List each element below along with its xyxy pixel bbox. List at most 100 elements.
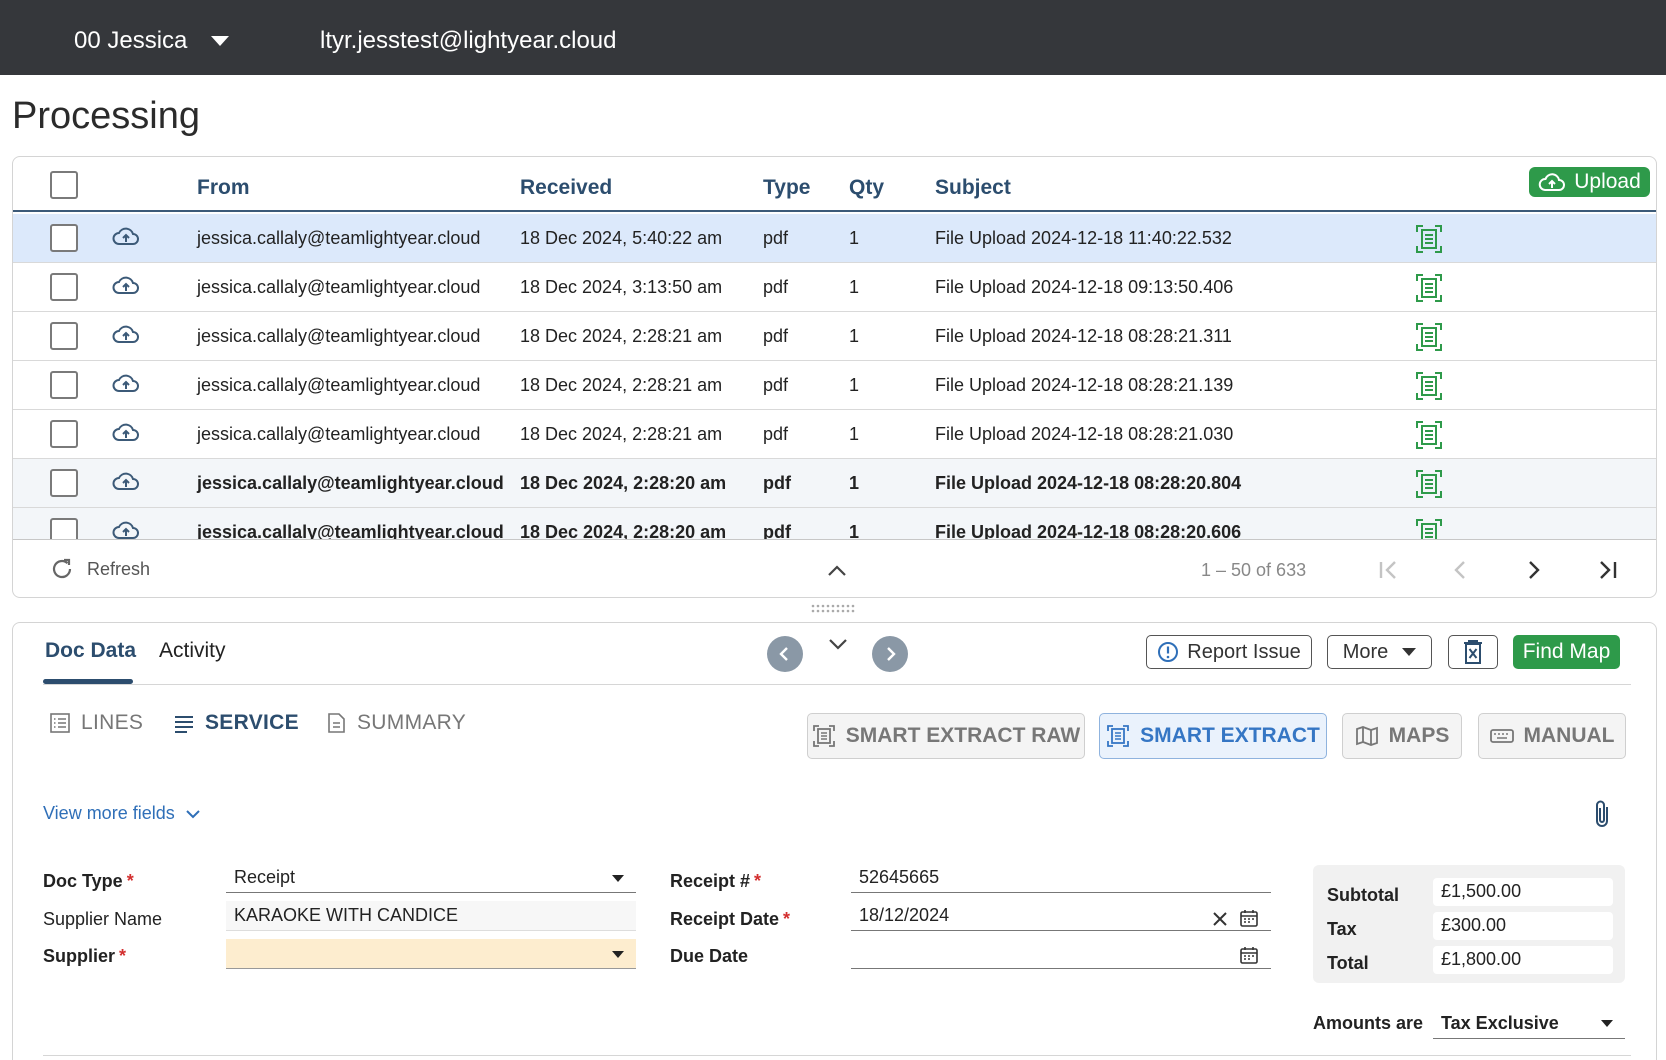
smart-extract-raw-label: SMART EXTRACT RAW — [845, 724, 1081, 747]
row-checkbox[interactable] — [50, 322, 78, 350]
refresh-icon — [52, 558, 72, 579]
resize-grip-icon[interactable] — [810, 604, 858, 614]
smart-extract-icon[interactable] — [1415, 322, 1443, 352]
row-received: 18 Dec 2024, 2:28:20 am — [520, 522, 727, 539]
user-email[interactable]: ltyr.jesstest@lightyear.cloud — [320, 27, 617, 55]
row-checkbox[interactable] — [50, 518, 78, 539]
table-body: jessica.callaly@teamlightyear.cloud 18 D… — [13, 214, 1656, 539]
smart-extract-label: SMART EXTRACT — [1140, 724, 1320, 747]
table-row[interactable]: jessica.callaly@teamlightyear.cloud 18 D… — [13, 459, 1656, 508]
select-all-checkbox[interactable] — [50, 171, 78, 199]
caret-down-icon — [1402, 648, 1417, 656]
smart-extract-icon[interactable] — [1415, 224, 1443, 254]
table-row[interactable]: jessica.callaly@teamlightyear.cloud 18 D… — [13, 361, 1656, 410]
subtab-lines[interactable]: LINES — [49, 711, 143, 735]
next-document-button[interactable] — [872, 636, 908, 672]
more-menu-button[interactable]: More — [1327, 635, 1432, 669]
manual-button[interactable]: MANUAL — [1478, 713, 1626, 759]
table-row[interactable]: jessica.callaly@teamlightyear.cloud 18 D… — [13, 508, 1656, 539]
row-type: pdf — [763, 424, 789, 444]
refresh-label: Refresh — [87, 558, 151, 579]
supplier-name-label: Supplier Name — [43, 909, 163, 929]
first-page-icon[interactable] — [1375, 556, 1403, 584]
tab-activity[interactable]: Activity — [159, 639, 226, 663]
smart-extract-icon[interactable] — [1415, 273, 1443, 303]
row-checkbox[interactable] — [50, 469, 78, 497]
doc-type-select[interactable]: Receipt — [226, 863, 636, 893]
chevron-up-icon[interactable] — [826, 564, 848, 578]
clear-icon[interactable] — [1210, 909, 1230, 929]
subtotal-input[interactable]: £1,500.00 — [1433, 878, 1613, 906]
smart-extract-raw-button[interactable]: SMART EXTRACT RAW — [807, 713, 1085, 759]
row-checkbox[interactable] — [50, 224, 78, 252]
row-type: pdf — [763, 522, 791, 539]
receipt-number-input[interactable]: 52645665 — [851, 863, 1271, 893]
delete-document-button[interactable] — [1448, 635, 1498, 669]
maps-button[interactable]: MAPS — [1342, 713, 1462, 759]
caret-down-icon — [612, 875, 624, 882]
row-received: 18 Dec 2024, 2:28:20 am — [520, 473, 727, 493]
document-detail-panel: Doc Data Activity Report Issue More Find… — [12, 622, 1657, 1060]
view-more-fields-toggle[interactable]: View more fields — [43, 803, 201, 824]
prev-page-icon[interactable] — [1447, 556, 1475, 584]
supplier-select[interactable] — [226, 939, 636, 969]
column-received[interactable]: Received — [520, 176, 612, 200]
row-subject: File Upload 2024-12-18 09:13:50.406 — [935, 277, 1234, 297]
smart-extract-button[interactable]: SMART EXTRACT — [1099, 713, 1327, 759]
column-subject[interactable]: Subject — [935, 176, 1011, 200]
doc-type-value: Receipt — [234, 867, 296, 887]
refresh-button[interactable]: Refresh — [49, 556, 150, 582]
table-footer: Refresh 1 – 50 of 633 — [13, 539, 1656, 597]
total-input[interactable]: £1,800.00 — [1433, 946, 1613, 974]
calendar-icon[interactable] — [1239, 945, 1259, 965]
supplier-name-input[interactable]: KARAOKE WITH CANDICE — [226, 901, 636, 931]
receipt-date-input[interactable]: 18/12/2024 — [851, 901, 1271, 931]
column-from[interactable]: From — [197, 176, 250, 200]
documents-table: From Received Type Qty Subject Upload je… — [12, 156, 1657, 598]
due-date-label: Due Date — [670, 946, 749, 966]
cloud-upload-icon — [112, 423, 139, 441]
table-row[interactable]: jessica.callaly@teamlightyear.cloud 18 D… — [13, 410, 1656, 459]
upload-button[interactable]: Upload — [1529, 167, 1650, 197]
row-received: 18 Dec 2024, 5:40:22 am — [520, 228, 723, 248]
table-row[interactable]: jessica.callaly@teamlightyear.cloud 18 D… — [13, 214, 1656, 263]
smart-extract-icon[interactable] — [1415, 469, 1443, 499]
smart-extract-icon[interactable] — [1415, 371, 1443, 401]
amounts-are-label: Amounts are — [1313, 1013, 1424, 1033]
chevron-down-icon[interactable] — [827, 637, 849, 651]
view-more-label: View more fields — [43, 803, 175, 823]
column-type[interactable]: Type — [763, 176, 810, 200]
table-header: From Received Type Qty Subject Upload — [13, 157, 1656, 212]
maps-label: MAPS — [1388, 724, 1450, 747]
page-title: Processing — [12, 95, 200, 137]
org-switcher[interactable]: 00 Jessica — [74, 27, 230, 55]
smart-extract-icon[interactable] — [1415, 518, 1443, 539]
subtab-summary[interactable]: SUMMARY — [325, 711, 466, 735]
due-date-input[interactable] — [851, 939, 1271, 969]
row-checkbox[interactable] — [50, 420, 78, 448]
subtab-service[interactable]: SERVICE — [173, 711, 299, 735]
next-page-icon[interactable] — [1519, 556, 1547, 584]
row-received: 18 Dec 2024, 3:13:50 am — [520, 277, 723, 297]
doc-type-label: Doc Type * — [43, 871, 134, 891]
find-map-button[interactable]: Find Map — [1513, 635, 1620, 669]
column-qty[interactable]: Qty — [849, 176, 884, 200]
row-checkbox[interactable] — [50, 273, 78, 301]
prev-document-button[interactable] — [767, 636, 803, 672]
calendar-icon[interactable] — [1239, 908, 1259, 928]
table-row[interactable]: jessica.callaly@teamlightyear.cloud 18 D… — [13, 263, 1656, 312]
tab-doc-data[interactable]: Doc Data — [45, 639, 136, 663]
report-issue-button[interactable]: Report Issue — [1146, 635, 1312, 669]
paperclip-icon[interactable] — [1591, 799, 1613, 831]
tax-input[interactable]: £300.00 — [1433, 912, 1613, 940]
smart-extract-icon[interactable] — [1415, 420, 1443, 450]
last-page-icon[interactable] — [1593, 556, 1621, 584]
scan-doc-icon — [1107, 725, 1130, 747]
trash-x-icon — [1464, 640, 1482, 664]
amounts-are-select[interactable]: Tax Exclusive — [1433, 1007, 1625, 1039]
list-icon — [50, 713, 70, 733]
table-row[interactable]: jessica.callaly@teamlightyear.cloud 18 D… — [13, 312, 1656, 361]
row-checkbox[interactable] — [50, 371, 78, 399]
caret-down-icon — [1601, 1020, 1613, 1027]
scan-doc-icon — [812, 725, 835, 747]
